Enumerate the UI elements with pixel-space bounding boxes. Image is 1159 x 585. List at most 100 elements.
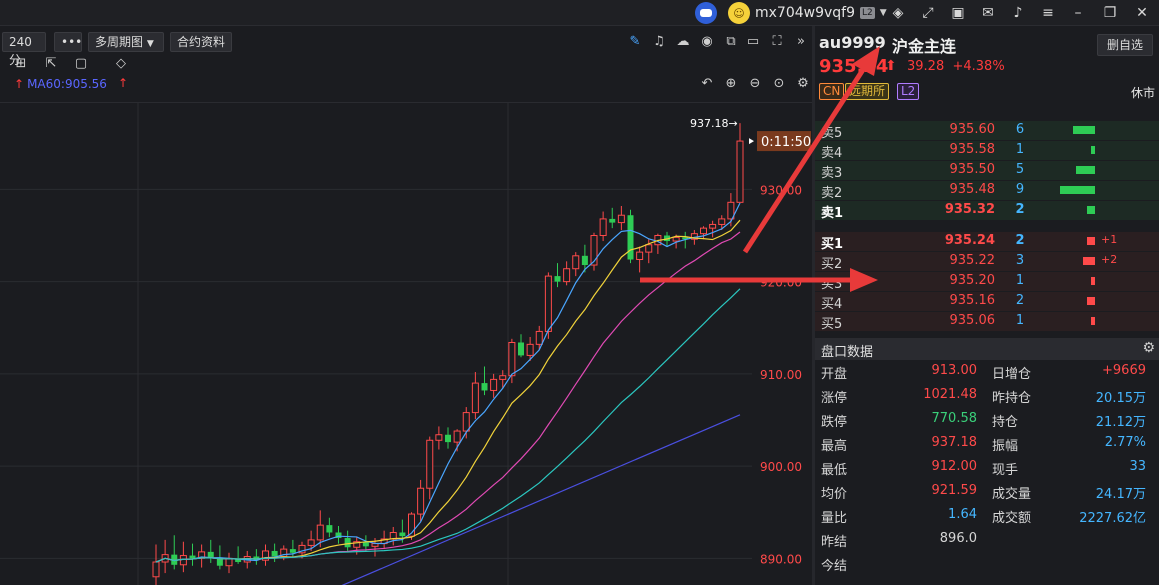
stat-value: 913.00 — [931, 363, 978, 378]
stat-right-3: 振幅 2.77% — [992, 433, 1146, 455]
stat-key: 量比 — [821, 511, 848, 526]
expand-icon[interactable]: ⤢ — [918, 3, 938, 23]
cloud-icon[interactable]: ☁ — [674, 32, 692, 52]
stat-right-4: 现手 33 — [992, 457, 1146, 479]
kline-svg[interactable]: 930.00 920.00 910.00 900.00 890.00 937.18→ 0:1… — [0, 103, 812, 585]
buy-level-5[interactable]: 买5 935.06 1 — [815, 312, 1159, 332]
stat-key: 昨持仓 — [992, 391, 1032, 406]
candle-body — [636, 251, 644, 260]
bell-icon[interactable]: ♪ — [1008, 3, 1028, 23]
camera-icon[interactable]: ◉ — [698, 32, 716, 52]
level-badge: L2 — [860, 7, 875, 19]
more-button[interactable]: ••• — [54, 32, 82, 52]
buy-level-4[interactable]: 买4 935.16 2 — [815, 292, 1159, 312]
stat-value: 896.0 — [939, 531, 977, 546]
candle-body — [645, 244, 653, 253]
assistant-robot-icon[interactable] — [695, 2, 717, 24]
reset-icon[interactable]: ⊙ — [770, 76, 788, 94]
y-tick-label: 910.00 — [760, 368, 802, 382]
stat-right-2: 持仓 21.12万 — [992, 409, 1146, 431]
eraser-icon[interactable]: ◇ — [112, 54, 130, 74]
candle-body — [544, 275, 552, 332]
zoom-out-icon[interactable]: ⊖ — [746, 76, 764, 94]
stat-value: 2227.62亿 — [1079, 511, 1146, 526]
stat-key: 日增仓 — [992, 367, 1032, 382]
sell-level-2[interactable]: 卖2 935.48 9 — [815, 181, 1159, 201]
pen-icon[interactable]: ✎ — [626, 32, 644, 52]
chevron-down-icon: ▼ — [146, 39, 154, 49]
candle-body — [554, 276, 561, 282]
candle-body — [271, 550, 278, 557]
avatar[interactable]: ☺ — [728, 2, 750, 24]
grid-icon[interactable]: ⊞ — [12, 54, 30, 74]
level-price: 935.48 — [949, 182, 996, 197]
level-price: 935.50 — [949, 162, 996, 177]
buy-level-3[interactable]: 买3 935.20 1 — [815, 272, 1159, 292]
level-price: 935.24 — [944, 233, 995, 248]
sell-level-4[interactable]: 卖4 935.58 1 — [815, 141, 1159, 161]
tag-cn: CN — [819, 83, 845, 100]
restore-icon[interactable]: ❐ — [1100, 3, 1120, 23]
close-icon[interactable]: ✕ — [1132, 3, 1152, 23]
level-volume-bar — [1091, 277, 1095, 285]
level-price: 935.32 — [944, 202, 995, 217]
video-icon[interactable]: ▣ — [948, 3, 968, 23]
candle-body — [399, 532, 406, 537]
candle-body — [499, 375, 507, 380]
level-volume-bar — [1060, 186, 1095, 194]
level-label: 卖1 — [821, 206, 844, 221]
candle-body — [672, 236, 680, 242]
kline-chart[interactable]: 930.00 920.00 910.00 900.00 890.00 937.18→ 0:1… — [0, 102, 812, 585]
level-label: 买5 — [821, 317, 843, 332]
candle-body — [316, 524, 324, 541]
share-icon[interactable]: ⇱ — [42, 54, 60, 74]
settings-icon[interactable]: ⚙ — [794, 76, 812, 94]
y-tick-label: 890.00 — [760, 552, 802, 566]
zoom-in-icon[interactable]: ⊕ — [722, 76, 740, 94]
menu-icon[interactable]: ≡ — [1038, 3, 1058, 23]
mail-icon[interactable]: ✉ — [978, 3, 998, 23]
candle-body — [445, 434, 451, 443]
sell-level-1[interactable]: 卖1 935.32 2 — [815, 201, 1159, 221]
minimize-icon[interactable]: – — [1068, 3, 1088, 23]
stat-value: 21.12万 — [1095, 415, 1146, 430]
level-label: 卖2 — [821, 186, 843, 201]
user-account[interactable]: ☺ mx704w9vqf9 L2 ▼ — [728, 2, 887, 24]
level-label: 卖3 — [821, 166, 843, 181]
candle-body — [462, 412, 470, 432]
stat-value: 937.18 — [931, 435, 978, 450]
undo-icon[interactable]: ↶ — [698, 76, 716, 94]
sell-level-3[interactable]: 卖3 935.50 5 — [815, 161, 1159, 181]
multi-period-button[interactable]: 多周期图 ▼ — [88, 32, 164, 52]
comment-icon[interactable]: ▢ — [72, 54, 90, 74]
y-tick-label: 920.00 — [760, 276, 802, 290]
level-label: 卖5 — [821, 126, 843, 141]
fullscreen-icon[interactable]: ⛶ — [768, 32, 786, 52]
remove-watchlist-button[interactable]: 删自选 — [1097, 34, 1153, 56]
candle-body — [471, 382, 479, 414]
alert-bell-icon[interactable]: ♫ — [650, 32, 668, 52]
screen-icon[interactable]: ▭ — [744, 32, 762, 52]
buy-level-2[interactable]: 买2 935.22 3 +2 — [815, 252, 1159, 272]
candle-body — [481, 383, 488, 391]
candle-body — [508, 342, 516, 377]
stat-right-5: 成交量 24.17万 — [992, 481, 1146, 503]
chevron-down-icon[interactable]: ▼ — [880, 8, 887, 18]
countdown-text: 0:11:50 — [761, 135, 811, 150]
period-button[interactable]: 240分 — [2, 32, 46, 67]
stat-value: 1021.48 — [923, 387, 977, 402]
ma10-line — [155, 219, 741, 563]
contract-info-button[interactable]: 合约资料 — [170, 32, 232, 52]
buy-level-1[interactable]: 买1 935.24 2 +1 — [815, 232, 1159, 252]
level-volume-bar — [1073, 126, 1095, 134]
ma5-line — [155, 202, 741, 563]
sell-level-5[interactable]: 卖5 935.60 6 — [815, 121, 1159, 141]
copy-icon[interactable]: ⧉ — [722, 32, 740, 52]
candle-body — [179, 555, 187, 566]
stat-value: 24.17万 — [1095, 487, 1146, 502]
gear-icon[interactable]: ⚙ — [1142, 340, 1155, 356]
candle-body — [518, 342, 524, 356]
candle-body — [307, 539, 315, 546]
double-chevron-right-icon[interactable]: » — [792, 32, 810, 52]
layers-icon[interactable]: ◈ — [888, 3, 908, 23]
